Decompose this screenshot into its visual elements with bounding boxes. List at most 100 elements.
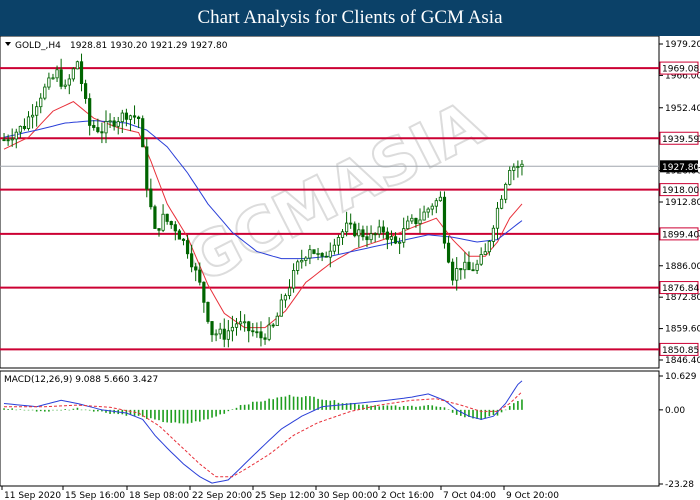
candle-body [512,166,516,171]
candle-body [345,222,349,233]
candle-body [320,252,324,257]
macd-histogram-bar [300,397,303,410]
candle-body [426,208,430,213]
macd-histogram-bar [27,409,30,411]
candle-body [173,224,177,232]
candle-body [67,78,71,86]
macd-histogram-bar [72,408,75,410]
symbol-label: GOLD_,H4 [15,41,61,51]
candle-body [202,281,206,303]
macd-histogram-bar [439,406,442,410]
macd-histogram-bar [80,409,83,411]
candle-body [120,112,124,123]
macd-histogram-bar [150,409,152,419]
price-tick-label: 1872.80 [665,293,700,303]
candle-body [353,223,357,237]
macd-histogram-bar [243,404,246,410]
time-tick-label: 18 Sep 08:00 [129,491,189,500]
candle-body [153,206,157,229]
macd-histogram-bar [513,403,515,410]
candle-body [451,261,455,281]
macd-histogram-bar [447,409,450,410]
candle-body [108,120,112,123]
macd-histogram-bar [215,409,217,417]
candle-body [234,323,239,328]
macd-histogram-bar [92,409,95,412]
macd-histogram-bar [521,399,523,410]
macd-histogram-bar [276,397,279,410]
candle-body [230,326,235,332]
price-axis: 1979.201966.001952.401939.201926.001912.… [659,40,700,366]
macd-histogram-bar [223,409,226,414]
candle-body [214,333,218,336]
candle-body [63,84,67,87]
macd-histogram-bar [23,409,26,411]
macd-histogram-bar [288,394,291,410]
candle-body [499,198,504,209]
price-tick-label: 1912.80 [665,198,700,208]
macd-histogram-bar [280,396,283,410]
candle-body [35,106,39,116]
macd-histogram-bar [337,402,340,410]
candle-body [210,321,214,336]
candle-body [194,266,198,271]
candle [153,204,157,229]
candle-body [287,287,292,297]
macd-histogram-bar [198,409,201,422]
macd-tick-label: 10.629 [665,372,697,382]
level-label: 1876.84 [662,284,699,294]
candle-body [26,116,31,129]
macd-histogram-bar [166,409,168,423]
candle-body [508,170,512,185]
candle-body [132,115,137,118]
macd-histogram-bar [423,405,425,410]
candle-body [177,230,181,240]
macd-histogram-bar [207,409,209,420]
candle-body [141,118,145,148]
macd-histogram-bar [44,409,46,412]
macd-histogram-bar [178,409,181,424]
macd-histogram-bar [488,409,491,417]
macd-histogram-bar [227,409,230,412]
candle-body [332,244,336,252]
candle-body [190,253,194,268]
macd-histogram-bar [353,403,356,410]
macd-histogram-bar [39,409,42,412]
candle-body [243,321,247,324]
price-tick-label: 1979.20 [665,40,700,50]
candle-body [300,260,304,263]
macd-histogram-bar [415,406,417,410]
macd-histogram-bar [235,407,238,410]
macd-histogram-bar [154,409,156,420]
candle-body [471,269,475,272]
candle-body [275,315,279,326]
candle-body [226,330,230,340]
macd-histogram-bar [451,409,454,413]
macd-histogram-bar [145,409,148,419]
candle-body [88,98,92,126]
candle-body [312,249,316,254]
candle [353,221,357,238]
time-tick-label: 15 Sep 16:00 [65,491,125,500]
candle-body [398,241,402,244]
candle-body [267,324,271,340]
candle-body [516,166,520,169]
candle-body [71,68,75,80]
time-tick-label: 11 Sep 2020 [4,491,61,500]
candle-body [14,131,18,140]
candle-body [30,114,35,118]
candle-body [198,269,202,283]
macd-histogram-bar [325,400,328,410]
candle-body [328,250,332,258]
macd-histogram-bar [52,409,54,411]
candle-body [369,233,373,241]
candle-body [283,295,288,301]
candle [145,138,149,198]
macd-histogram-bar [97,409,99,412]
level-label: 1918.00 [662,186,699,196]
candle-body [96,127,100,133]
candle-body [161,213,165,231]
level-label: 1969.08 [662,65,699,75]
macd-histogram-bar [158,409,160,421]
macd-histogram-bar [321,399,323,410]
